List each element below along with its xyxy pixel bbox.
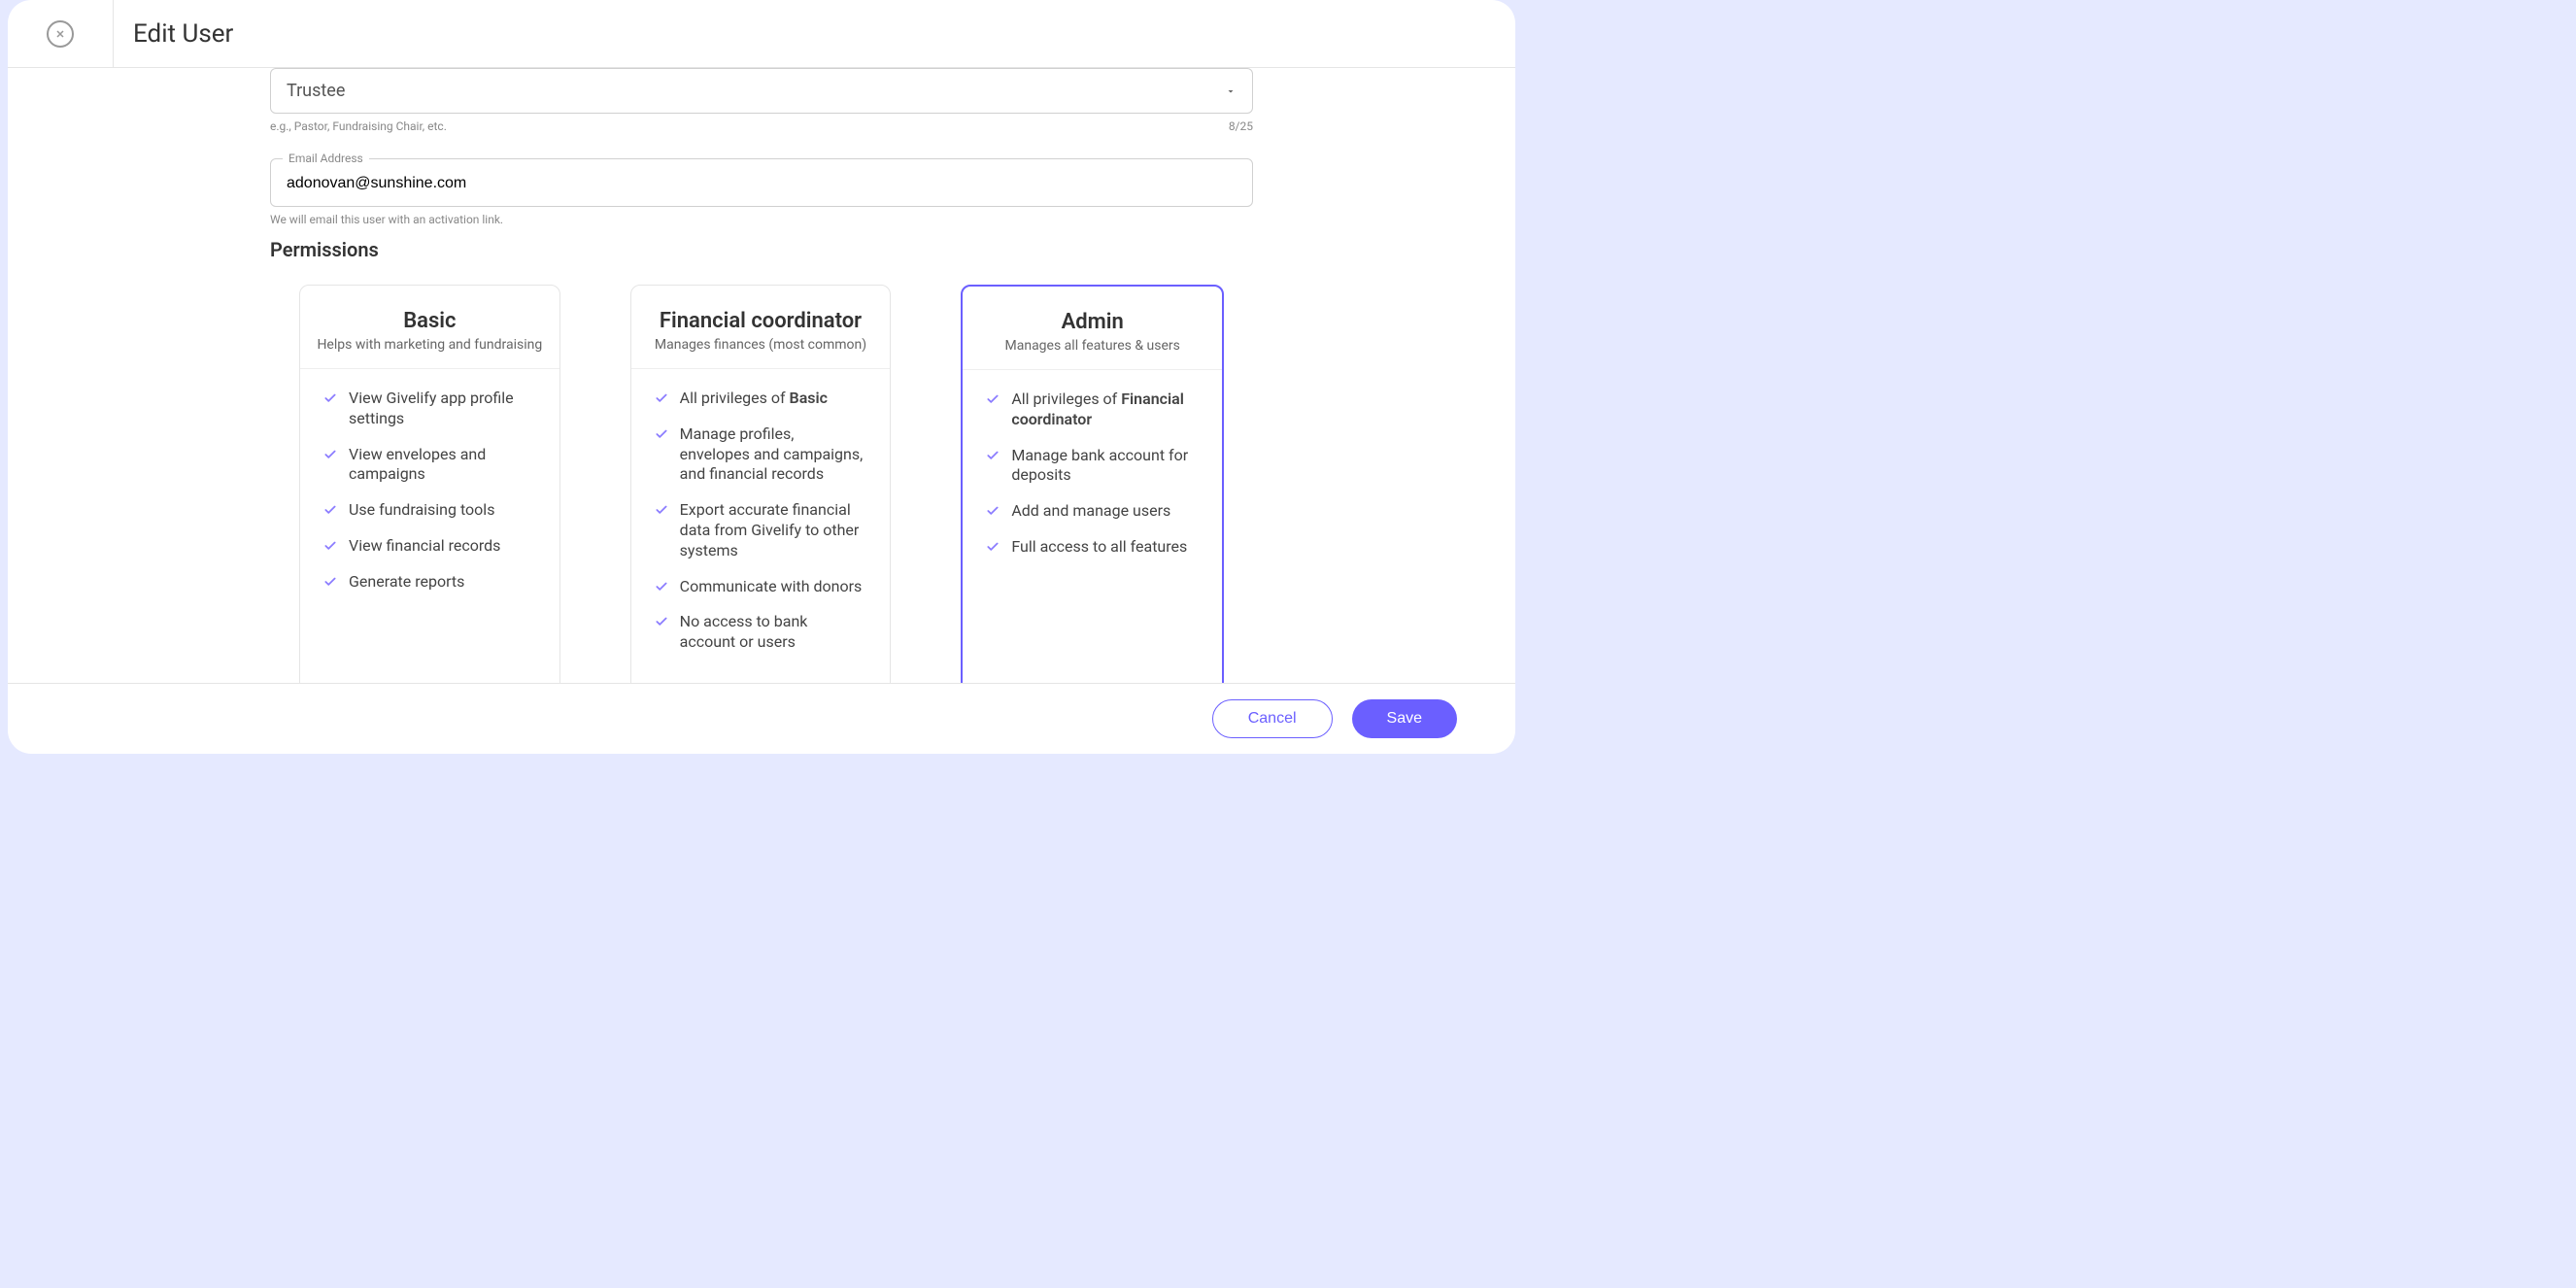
feature-item: Export accurate financial data from Give…: [655, 500, 867, 560]
feature-text: No access to bank account or users: [680, 612, 867, 653]
card-header: Basic Helps with marketing and fundraisin…: [300, 286, 559, 369]
email-helper: We will email this user with an activati…: [270, 213, 1253, 226]
feature-item: View Givelify app profile settings: [323, 389, 536, 429]
role-helper-row: e.g., Pastor, Fundraising Chair, etc. 8/…: [270, 119, 1253, 133]
feature-text: View Givelify app profile settings: [349, 389, 536, 429]
feature-text: Manage profiles, envelopes and campaigns…: [680, 424, 867, 485]
check-icon: [655, 427, 668, 441]
feature-item: Communicate with donors: [655, 577, 867, 597]
role-counter: 8/25: [1229, 119, 1253, 133]
card-title: Basic: [316, 309, 544, 333]
feature-text: All privileges of Financial coordinator: [1011, 390, 1199, 430]
feature-item: All privileges of Financial coordinator: [986, 390, 1199, 430]
card-title: Admin: [978, 310, 1206, 334]
check-icon: [323, 575, 337, 589]
edit-user-dialog: Edit User Trustee e.g., Pastor, Fundrais…: [8, 0, 1515, 754]
card-header: Admin Manages all features & users: [963, 287, 1222, 370]
check-icon: [655, 615, 668, 628]
dialog-header: Edit User: [8, 0, 1515, 68]
feature-text: View envelopes and campaigns: [349, 445, 536, 486]
chevron-down-icon: [1225, 85, 1237, 97]
email-field-wrapper: Email Address: [270, 158, 1253, 207]
feature-text: Export accurate financial data from Give…: [680, 500, 867, 560]
check-icon: [986, 449, 1000, 462]
role-select[interactable]: Trustee: [270, 68, 1253, 114]
card-title: Financial coordinator: [647, 309, 875, 333]
dialog-footer: Cancel Save: [8, 683, 1515, 754]
page-title: Edit User: [133, 19, 233, 49]
feature-item: View financial records: [323, 536, 536, 557]
dialog-content: Trustee e.g., Pastor, Fundraising Chair,…: [8, 68, 1515, 683]
permission-card-admin[interactable]: Admin Manages all features & users All pri…: [961, 285, 1224, 683]
feature-item: View envelopes and campaigns: [323, 445, 536, 486]
check-icon: [986, 392, 1000, 406]
check-icon: [655, 580, 668, 593]
card-subtitle: Helps with marketing and fundraising: [316, 337, 544, 353]
card-header: Financial coordinator Manages finances (m…: [631, 286, 891, 369]
save-button[interactable]: Save: [1352, 699, 1457, 738]
close-icon: [54, 28, 66, 40]
role-field: Trustee e.g., Pastor, Fundraising Chair,…: [270, 68, 1253, 133]
feature-text: Communicate with donors: [680, 577, 863, 597]
permission-card-financial-coordinator[interactable]: Financial coordinator Manages finances (m…: [630, 285, 892, 683]
check-icon: [986, 540, 1000, 554]
card-body: All privileges of Basic Manage profiles, …: [631, 369, 891, 683]
feature-item: Manage profiles, envelopes and campaigns…: [655, 424, 867, 485]
check-icon: [323, 503, 337, 517]
feature-item: Add and manage users: [986, 501, 1199, 522]
close-button[interactable]: [47, 20, 74, 48]
card-subtitle: Manages finances (most common): [647, 337, 875, 353]
card-body: View Givelify app profile settings View e…: [300, 369, 559, 683]
feature-item: Manage bank account for deposits: [986, 446, 1199, 487]
feature-text: All privileges of Basic: [680, 389, 828, 409]
header-divider: [113, 0, 114, 68]
cancel-button[interactable]: Cancel: [1212, 699, 1333, 738]
check-icon: [323, 391, 337, 405]
check-icon: [986, 504, 1000, 518]
check-icon: [323, 448, 337, 461]
feature-text: Use fundraising tools: [349, 500, 494, 521]
check-icon: [655, 391, 668, 405]
feature-text: Generate reports: [349, 572, 464, 593]
role-value: Trustee: [287, 81, 345, 101]
card-body: All privileges of Financial coordinator M…: [963, 370, 1222, 683]
permission-card-basic[interactable]: Basic Helps with marketing and fundraisin…: [299, 285, 560, 683]
feature-item: Full access to all features: [986, 537, 1199, 558]
feature-item: Use fundraising tools: [323, 500, 536, 521]
card-subtitle: Manages all features & users: [978, 338, 1206, 354]
feature-text: Add and manage users: [1011, 501, 1170, 522]
feature-item: All privileges of Basic: [655, 389, 867, 409]
check-icon: [655, 503, 668, 517]
permissions-title: Permissions: [270, 238, 1253, 261]
feature-text: View financial records: [349, 536, 500, 557]
feature-item: No access to bank account or users: [655, 612, 867, 653]
email-label: Email Address: [283, 152, 369, 165]
check-icon: [323, 539, 337, 553]
feature-item: Generate reports: [323, 572, 536, 593]
feature-text: Manage bank account for deposits: [1011, 446, 1199, 487]
feature-text: Full access to all features: [1011, 537, 1187, 558]
permission-cards: Basic Helps with marketing and fundraisin…: [270, 285, 1253, 683]
role-helper: e.g., Pastor, Fundraising Chair, etc.: [270, 119, 447, 133]
email-input[interactable]: [287, 175, 1237, 192]
